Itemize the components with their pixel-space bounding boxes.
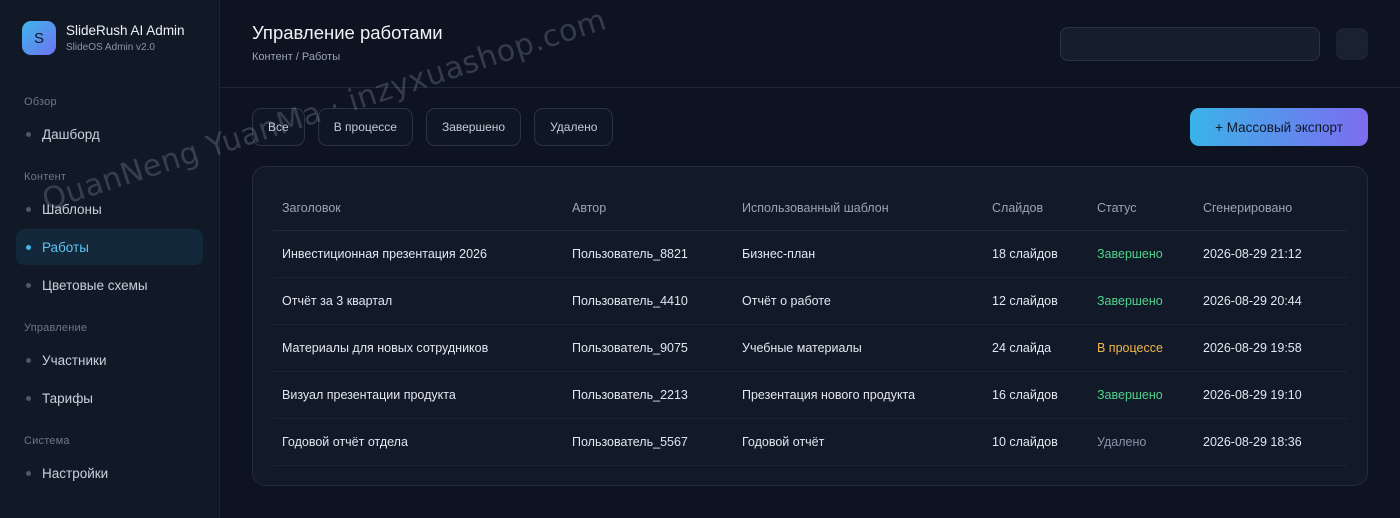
sidebar-item-color-schemes[interactable]: Цветовые схемы [16,267,203,303]
page-title: Управление работами [252,22,443,43]
cell-slides: 18 слайдов [983,230,1088,278]
nav-section-content: Контент [24,171,67,183]
sidebar-item-label: Дашборд [42,126,100,142]
main-content: Управление работами Контент / Работы Все… [220,0,1400,518]
status-badge: Завершено [1088,230,1194,278]
cell-template: Учебные материалы [733,324,983,372]
status-filters: Все В процессе Завершено Удалено [252,108,626,146]
nav-section-overview: Обзор [24,96,57,108]
cell-author: Пользователь_8821 [563,230,733,278]
table-row[interactable]: Инвестиционная презентация 2026 Пользова… [273,230,1347,278]
cell-title: Инвестиционная презентация 2026 [273,230,563,278]
works-table: Заголовок Автор Использованный шаблон Сл… [273,187,1347,466]
cell-title: Отчёт за 3 квартал [273,277,563,325]
status-badge: Завершено [1088,277,1194,325]
column-header[interactable]: Сгенерировано [1194,187,1347,231]
page-header: Управление работами Контент / Работы [220,0,1400,88]
bullet-icon [26,470,31,476]
cell-template: Презентация нового продукта [733,371,983,419]
bullet-icon [26,206,31,212]
bullet-icon [26,395,31,401]
cell-template: Годовой отчёт [733,418,983,466]
table-row[interactable]: Материалы для новых сотрудников Пользова… [273,324,1347,372]
cell-author: Пользователь_9075 [563,324,733,372]
brand-subtitle: SlideOS Admin v2.0 [66,41,155,53]
cell-generated: 2026-08-29 18:36 [1194,418,1347,466]
table-header-row: Заголовок Автор Использованный шаблон Сл… [273,187,1347,231]
bullet-icon [26,357,31,363]
filter-all-button[interactable]: Все [252,108,305,146]
sidebar-item-label: Цветовые схемы [42,277,148,293]
sidebar-item-members[interactable]: Участники [16,342,203,378]
table-row[interactable]: Визуал презентации продукта Пользователь… [273,371,1347,419]
column-header[interactable]: Заголовок [273,187,563,231]
column-header[interactable]: Слайдов [983,187,1088,231]
breadcrumb: Контент / Работы [252,51,341,63]
bullet-icon [26,244,31,250]
filter-in-progress-button[interactable]: В процессе [317,108,413,146]
cell-author: Пользователь_2213 [563,371,733,419]
works-table-card: Заголовок Автор Использованный шаблон Сл… [252,166,1368,486]
cell-template: Бизнес-план [733,230,983,278]
cell-author: Пользователь_4410 [563,277,733,325]
sidebar-item-dashboard[interactable]: Дашборд [16,116,203,152]
search-input[interactable] [1060,27,1320,61]
bulk-export-button[interactable]: + Массовый экспорт [1190,108,1368,146]
status-badge: Удалено [1088,418,1194,466]
cell-title: Материалы для новых сотрудников [273,324,563,372]
sidebar-item-label: Работы [42,239,89,255]
bullet-icon [26,131,31,137]
cell-title: Годовой отчёт отдела [273,418,563,466]
header-action-button[interactable] [1336,28,1368,60]
status-badge: Завершено [1088,371,1194,419]
sidebar-item-label: Настройки [42,465,109,481]
cell-template: Отчёт о работе [733,277,983,325]
cell-slides: 16 слайдов [983,371,1088,419]
cell-generated: 2026-08-29 19:58 [1194,324,1347,372]
column-header[interactable]: Статус [1088,187,1194,231]
cell-generated: 2026-08-29 21:12 [1194,230,1347,278]
sidebar-item-plans[interactable]: Тарифы [16,380,203,416]
brand[interactable]: S SlideRush AI Admin SlideOS Admin v2.0 [22,21,185,55]
bullet-icon [26,282,31,288]
cell-title: Визуал презентации продукта [273,371,563,419]
table-row[interactable]: Годовой отчёт отдела Пользователь_5567 Г… [273,418,1347,466]
status-badge: В процессе [1088,324,1194,372]
filter-deleted-button[interactable]: Удалено [534,108,614,146]
sidebar-item-label: Тарифы [42,390,94,406]
sidebar-item-settings[interactable]: Настройки [16,455,203,491]
nav-section-system: Система [24,435,70,447]
filter-completed-button[interactable]: Завершено [425,108,522,146]
cell-author: Пользователь_5567 [563,418,733,466]
brand-title: SlideRush AI Admin [66,22,185,38]
cell-slides: 24 слайда [983,324,1088,372]
table-row[interactable]: Отчёт за 3 квартал Пользователь_4410 Отч… [273,277,1347,325]
nav-section-management: Управление [24,322,88,334]
sidebar-item-label: Участники [42,352,107,368]
sidebar: S SlideRush AI Admin SlideOS Admin v2.0 … [0,0,220,518]
sidebar-item-label: Шаблоны [42,201,102,217]
app-shell: S SlideRush AI Admin SlideOS Admin v2.0 … [0,0,1400,518]
cell-slides: 10 слайдов [983,418,1088,466]
cell-generated: 2026-08-29 20:44 [1194,277,1347,325]
cell-generated: 2026-08-29 19:10 [1194,371,1347,419]
app-logo-icon: S [22,21,56,55]
sidebar-item-templates[interactable]: Шаблоны [16,191,203,227]
cell-slides: 12 слайдов [983,277,1088,325]
column-header[interactable]: Использованный шаблон [733,187,983,231]
sidebar-item-works[interactable]: Работы [16,229,203,265]
column-header[interactable]: Автор [563,187,733,231]
